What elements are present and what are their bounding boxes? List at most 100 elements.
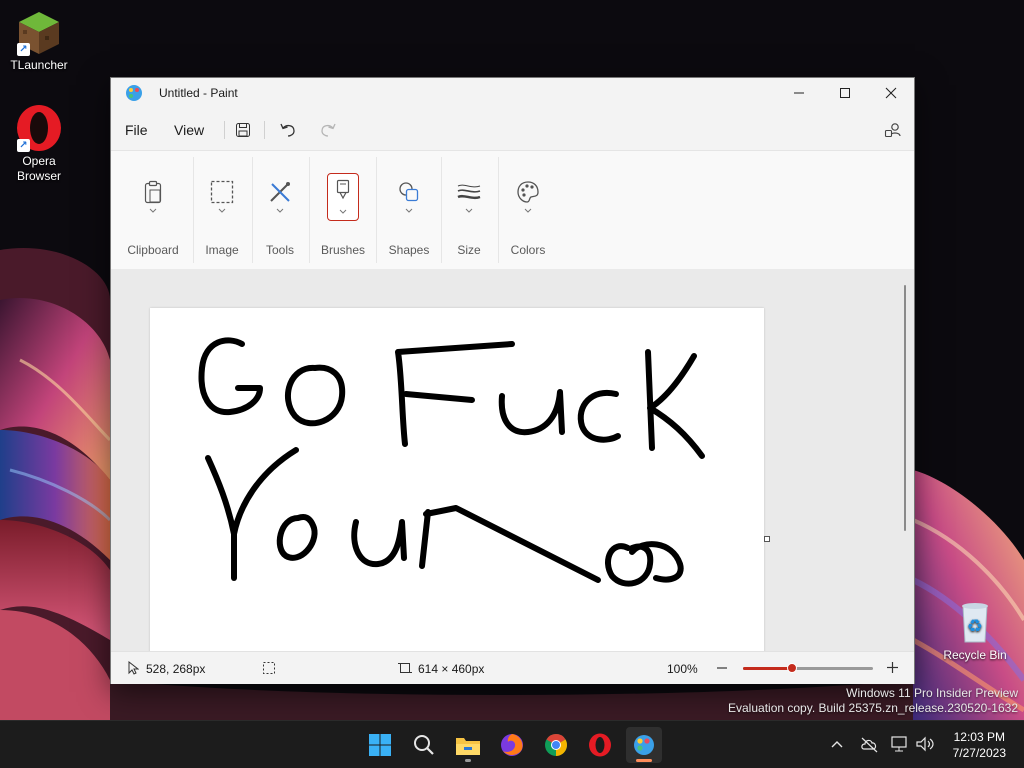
minimize-icon: [794, 92, 804, 94]
search-button[interactable]: [406, 727, 442, 763]
title-bar[interactable]: Untitled - Paint: [111, 78, 914, 108]
shortcut-arrow-icon: ↗: [17, 139, 30, 152]
zoom-out-button[interactable]: [716, 662, 728, 674]
desktop-icon-tlauncher[interactable]: ↗ TLauncher: [1, 8, 77, 73]
desktop-icon-opera[interactable]: ↗ Opera Browser: [1, 104, 77, 184]
desktop-icon-label: Recycle Bin: [943, 648, 1007, 662]
drawing-canvas[interactable]: [150, 308, 764, 651]
close-icon: [885, 87, 897, 99]
canvas-area[interactable]: [111, 269, 914, 651]
paint-app-icon: [634, 735, 654, 755]
ink-stroke: [419, 509, 431, 569]
desktop-icon-label: Opera Browser: [16, 154, 61, 183]
zoom-slider-fill: [743, 667, 793, 670]
minimize-button[interactable]: [776, 78, 822, 108]
windows-watermark: Windows 11 Pro Insider Preview Evaluatio…: [728, 686, 1018, 716]
menu-separator: [264, 121, 265, 139]
menu-separator: [224, 121, 225, 139]
ribbon-separator: [309, 157, 310, 263]
group-label: Shapes: [388, 243, 430, 257]
redo-button[interactable]: [314, 118, 342, 142]
chevron-up-icon[interactable]: [830, 739, 844, 749]
zoom-slider-thumb[interactable]: [787, 663, 798, 673]
running-indicator: [636, 759, 652, 762]
watermark-line: Evaluation copy. Build 25375.zn_release.…: [728, 701, 1018, 715]
chevron-down-icon: [276, 208, 284, 213]
account-button[interactable]: [879, 118, 907, 142]
taskbar: 12:03 PM 7/27/2023: [0, 720, 1024, 768]
clock-time: 12:03 PM: [953, 730, 1005, 744]
undo-button[interactable]: [274, 118, 302, 142]
cursor-position: 528, 268px: [146, 662, 206, 676]
brush-icon: [327, 173, 359, 221]
taskbar-opera[interactable]: [582, 727, 618, 763]
svg-text:♻: ♻: [967, 616, 983, 637]
cloud-offline-icon[interactable]: [860, 735, 878, 753]
ink-stroke: [205, 447, 299, 537]
chevron-down-icon: [405, 208, 413, 213]
window-title: Untitled - Paint: [159, 86, 238, 100]
maximize-icon: [840, 88, 850, 98]
chevron-down-icon: [218, 208, 226, 213]
taskbar-paint[interactable]: [626, 727, 662, 763]
canvas-resize-handle[interactable]: [764, 536, 770, 542]
network-icon[interactable]: [890, 735, 910, 753]
search-icon: [414, 735, 434, 755]
desktop: ↗ TLauncher ↗ Opera Browser ♻ Recycle Bi…: [0, 0, 1024, 768]
save-icon: [236, 123, 250, 137]
maximize-button[interactable]: [822, 78, 868, 108]
ink-stroke: [645, 349, 655, 451]
selection-size-icon: [263, 662, 275, 674]
shortcut-arrow-icon: ↗: [17, 43, 30, 56]
ribbon-separator: [441, 157, 442, 263]
chevron-down-icon: [465, 208, 473, 213]
selection-icon: [205, 175, 239, 209]
group-label: Brushes: [320, 243, 366, 257]
volume-icon[interactable]: [915, 735, 935, 753]
taskbar-chrome[interactable]: [538, 727, 574, 763]
folder-icon: [456, 738, 480, 755]
tools-icon: [263, 175, 297, 209]
group-clipboard[interactable]: Clipboard: [121, 151, 185, 269]
group-size[interactable]: Size: [444, 151, 494, 269]
status-bar: 528, 268px 614 × 460px 100%: [111, 651, 914, 684]
start-button[interactable]: [362, 727, 398, 763]
group-shapes[interactable]: Shapes: [381, 151, 437, 269]
zoom-slider[interactable]: [743, 663, 873, 673]
taskbar-firefox[interactable]: [494, 727, 530, 763]
pointer-icon: [128, 661, 139, 675]
desktop-icon-recycle-bin[interactable]: ♻ Recycle Bin: [937, 598, 1013, 663]
zoom-level: 100%: [667, 662, 698, 676]
undo-icon: [280, 123, 295, 137]
clock[interactable]: 12:03 PM 7/27/2023: [953, 729, 1006, 761]
chevron-down-icon: [339, 209, 347, 214]
ribbon-separator: [193, 157, 194, 263]
group-brushes[interactable]: Brushes: [314, 151, 372, 269]
ink-stroke: [198, 337, 263, 416]
ink-stroke: [403, 391, 475, 403]
ink-stroke: [498, 389, 565, 436]
paint-window: Untitled - Paint File View Clipboard Ima…: [110, 77, 915, 684]
taskbar-file-explorer[interactable]: [450, 727, 486, 763]
ink-stroke: [629, 541, 684, 583]
shapes-icon: [392, 175, 426, 209]
ribbon-separator: [376, 157, 377, 263]
ink-stroke: [647, 353, 705, 459]
group-image[interactable]: Image: [197, 151, 247, 269]
close-button[interactable]: [868, 78, 914, 108]
ink-stroke: [276, 514, 318, 561]
menu-view[interactable]: View: [174, 122, 204, 138]
watermark-line: Windows 11 Pro Insider Preview: [846, 686, 1018, 700]
group-label: Image: [205, 243, 239, 257]
menu-file[interactable]: File: [125, 122, 148, 138]
redo-icon: [321, 123, 336, 137]
chevron-down-icon: [524, 208, 532, 213]
vertical-scrollbar[interactable]: [904, 285, 906, 531]
save-button[interactable]: [229, 118, 257, 142]
group-colors[interactable]: Colors: [501, 151, 555, 269]
zoom-in-button[interactable]: [886, 661, 899, 674]
opera-icon: [589, 733, 611, 757]
group-tools[interactable]: Tools: [256, 151, 304, 269]
menu-bar: File View: [111, 112, 914, 144]
account-icon: [884, 123, 901, 138]
